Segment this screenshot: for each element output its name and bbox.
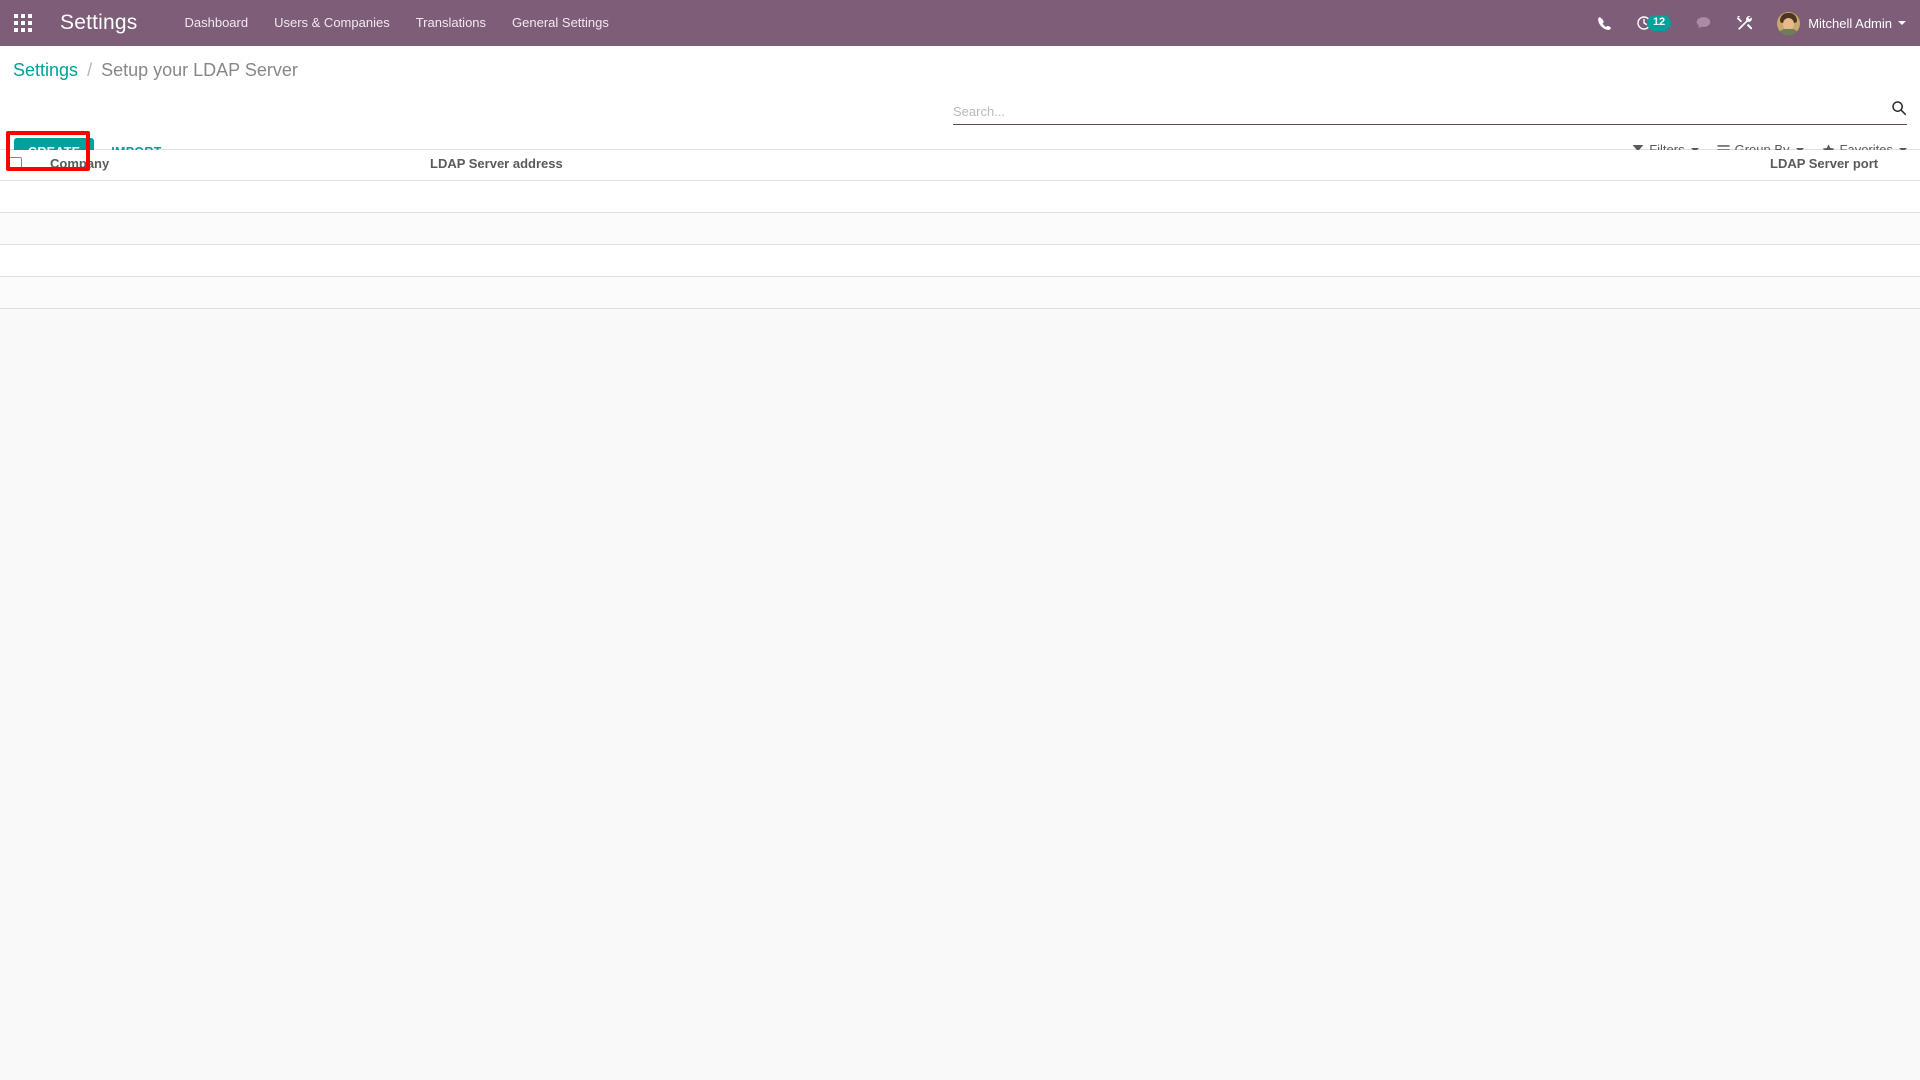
row-cell-check: [0, 244, 42, 277]
row-cell-port: [1762, 276, 1920, 309]
search-input[interactable]: [953, 103, 1885, 121]
menu-item-general-settings[interactable]: General Settings: [499, 0, 622, 46]
column-header-ldap-server-address[interactable]: LDAP Server address: [422, 150, 1762, 181]
user-menu[interactable]: Mitchell Admin: [1765, 0, 1906, 46]
row-cell-address: [422, 276, 1762, 309]
apps-grid-icon[interactable]: [14, 14, 32, 32]
breadcrumb-current: Setup your LDAP Server: [101, 60, 298, 80]
activity-clock-icon[interactable]: 12: [1624, 0, 1683, 46]
row-cell-company: [42, 212, 422, 245]
table-header-row: Company LDAP Server address LDAP Server …: [0, 150, 1920, 181]
column-header-company[interactable]: Company: [42, 150, 422, 181]
menu-item-users-companies[interactable]: Users & Companies: [261, 0, 403, 46]
menu-item-translations[interactable]: Translations: [403, 0, 499, 46]
breadcrumb: Settings / Setup your LDAP Server: [13, 58, 298, 82]
search-icon[interactable]: [1891, 100, 1907, 121]
list-view: Company LDAP Server address LDAP Server …: [0, 150, 1920, 1080]
developer-tools-icon[interactable]: [1724, 0, 1765, 46]
row-cell-address: [422, 180, 1762, 213]
row-cell-company: [42, 276, 422, 309]
row-cell-check: [0, 180, 42, 213]
row-cell-check: [0, 276, 42, 309]
messages-bubble-icon[interactable]: [1683, 0, 1724, 46]
app-brand-title[interactable]: Settings: [60, 11, 137, 35]
table-row[interactable]: [0, 180, 1920, 213]
table-head: Company LDAP Server address LDAP Server …: [0, 150, 1920, 181]
table-body: [0, 180, 1920, 309]
search-bar[interactable]: [953, 100, 1907, 125]
row-cell-port: [1762, 244, 1920, 277]
row-cell-address: [422, 212, 1762, 245]
chevron-down-icon: [1898, 21, 1906, 25]
avatar: [1777, 11, 1801, 35]
row-cell-port: [1762, 180, 1920, 213]
select-all-checkbox[interactable]: [8, 156, 22, 171]
top-navbar: Settings Dashboard Users & Companies Tra…: [0, 0, 1920, 46]
row-cell-port: [1762, 212, 1920, 245]
select-all-cell: [0, 150, 42, 181]
menu-item-dashboard[interactable]: Dashboard: [171, 0, 261, 46]
user-name-label: Mitchell Admin: [1808, 15, 1892, 31]
row-cell-check: [0, 212, 42, 245]
breadcrumb-root-link[interactable]: Settings: [13, 60, 78, 80]
breadcrumb-separator: /: [87, 60, 93, 80]
activity-count-badge: 12: [1646, 15, 1672, 31]
navbar-right-group: 12 Mitchell Admin: [1585, 0, 1920, 46]
phone-icon[interactable]: [1585, 0, 1624, 46]
row-cell-company: [42, 180, 422, 213]
table-row[interactable]: [0, 276, 1920, 309]
table-row[interactable]: [0, 212, 1920, 245]
table-row[interactable]: [0, 244, 1920, 277]
main-menu: Dashboard Users & Companies Translations…: [171, 0, 621, 46]
row-cell-address: [422, 244, 1762, 277]
records-table: Company LDAP Server address LDAP Server …: [0, 150, 1920, 309]
control-panel: Settings / Setup your LDAP Server CREATE…: [0, 46, 1920, 171]
row-cell-company: [42, 244, 422, 277]
column-header-ldap-server-port[interactable]: LDAP Server port: [1762, 150, 1920, 181]
